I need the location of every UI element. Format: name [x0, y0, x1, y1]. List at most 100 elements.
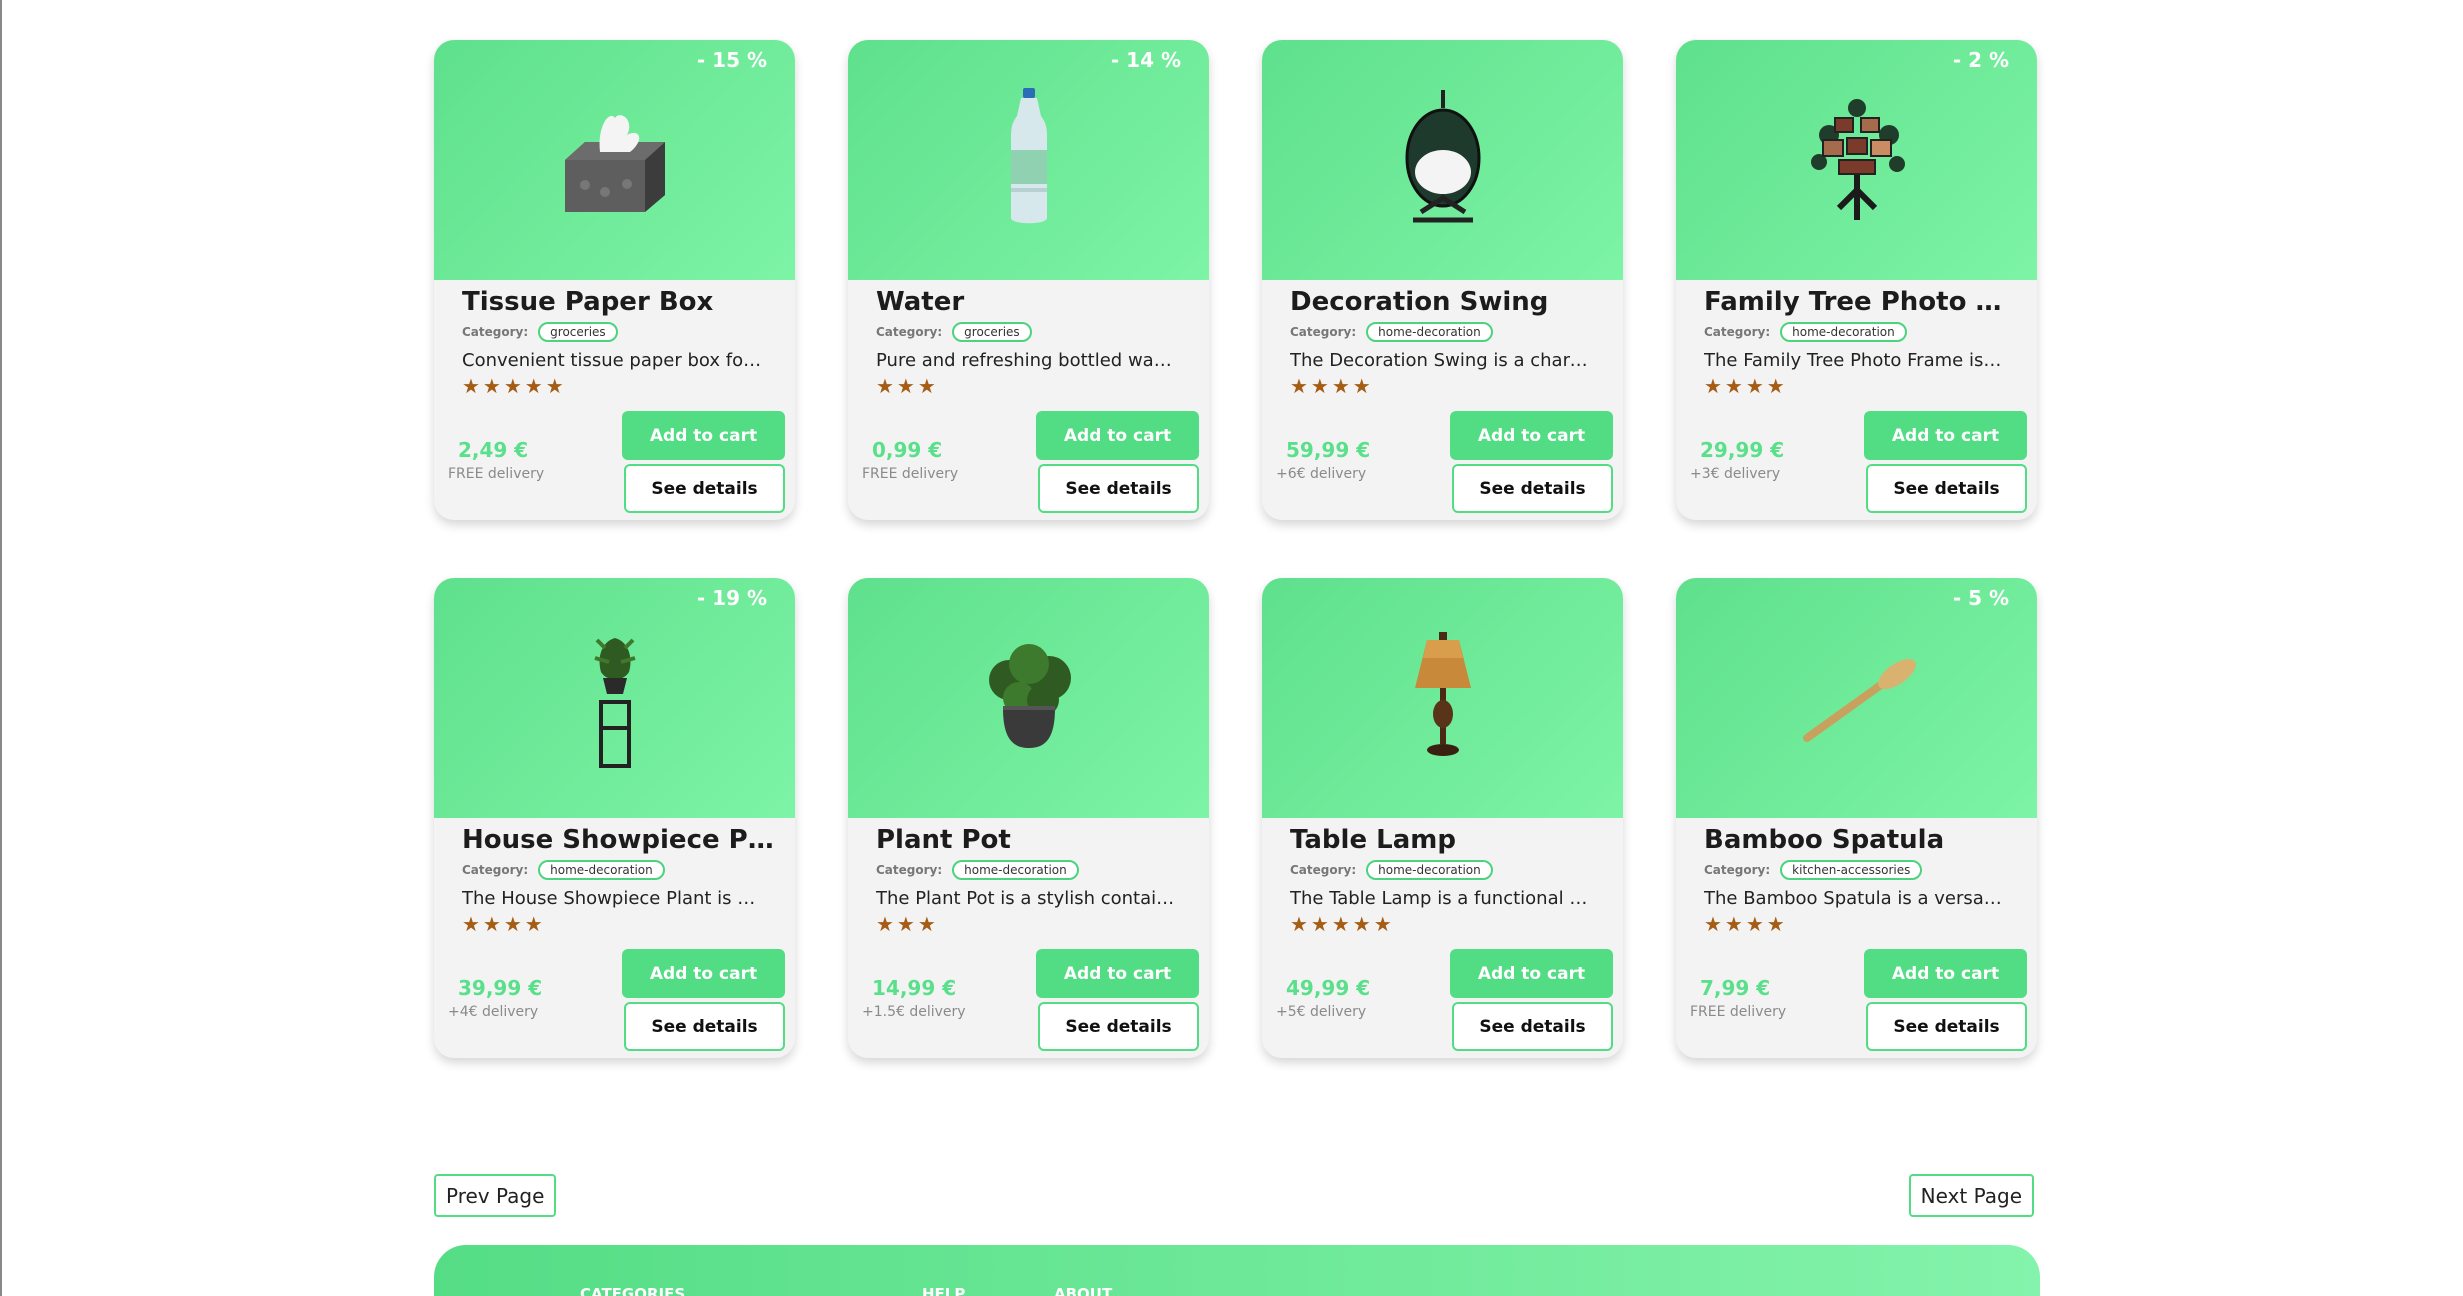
- plant-pot-icon: [988, 644, 1071, 748]
- photo-tree-icon: [1810, 99, 1905, 220]
- footer-help-link[interactable]: HELP: [922, 1285, 965, 1296]
- product-title[interactable]: Decoration Swing: [1290, 284, 1603, 320]
- tissue-box-icon: [564, 115, 665, 212]
- delivery-info: +5€ delivery: [1276, 1004, 1367, 1020]
- water-bottle-icon: [1010, 88, 1047, 224]
- rating-stars: ★★★★: [1704, 912, 1788, 936]
- product-card: Decoration Swing Category: home-decorati…: [1262, 40, 1623, 520]
- category-badge: home-decoration: [538, 860, 665, 880]
- product-image-area: [1262, 40, 1623, 280]
- product-description: The Bamboo Spatula is a versatil...: [1704, 888, 2004, 909]
- category-badge: kitchen-accessories: [1780, 860, 1923, 880]
- discount-badge: - 15 %: [696, 48, 767, 72]
- delivery-info: +6€ delivery: [1276, 466, 1367, 482]
- add-to-cart-button[interactable]: Add to cart: [1036, 411, 1199, 460]
- category-label: Category:: [462, 863, 529, 877]
- product-price: 14,99 €: [872, 976, 957, 1000]
- category-label: Category:: [1290, 325, 1357, 339]
- product-description: The Decoration Swing is a charm...: [1290, 350, 1590, 371]
- add-to-cart-button[interactable]: Add to cart: [1450, 949, 1613, 998]
- see-details-button[interactable]: See details: [1038, 464, 1199, 513]
- see-details-button[interactable]: See details: [1866, 1002, 2027, 1051]
- product-description: The Table Lamp is a functional a...: [1290, 888, 1590, 909]
- product-description: The Plant Pot is a stylish containe...: [876, 888, 1176, 909]
- see-details-button[interactable]: See details: [1038, 1002, 1199, 1051]
- product-title[interactable]: Water: [876, 284, 1189, 320]
- product-title[interactable]: Family Tree Photo Fra...: [1704, 284, 2017, 320]
- product-card: Table Lamp Category: home-decoration The…: [1262, 578, 1623, 1058]
- category-label: Category:: [876, 325, 943, 339]
- see-details-button[interactable]: See details: [1452, 464, 1613, 513]
- category-label: Category:: [1704, 325, 1771, 339]
- delivery-info: FREE delivery: [1690, 1004, 1787, 1020]
- add-to-cart-button[interactable]: Add to cart: [622, 949, 785, 998]
- product-title[interactable]: Table Lamp: [1290, 822, 1603, 858]
- product-price: 7,99 €: [1700, 976, 1771, 1000]
- product-image-area: - 15 %: [434, 40, 795, 280]
- add-to-cart-button[interactable]: Add to cart: [1036, 949, 1199, 998]
- rating-stars: ★★★: [876, 912, 939, 936]
- footer-about-link[interactable]: ABOUT: [1054, 1285, 1112, 1296]
- footer: CATEGORIES HELP ABOUT: [434, 1245, 2040, 1296]
- product-image-area: - 2 %: [1676, 40, 2037, 280]
- delivery-info: FREE delivery: [448, 466, 545, 482]
- product-card: - 14 % Water Category: groceries Pure an…: [848, 40, 1209, 520]
- category-badge: home-decoration: [1366, 322, 1493, 342]
- product-price: 49,99 €: [1286, 976, 1371, 1000]
- category-badge: groceries: [538, 322, 618, 342]
- product-description: Convenient tissue paper box for ...: [462, 350, 762, 371]
- product-grid: - 15 % Tissue Paper Box Category: grocer…: [434, 40, 2037, 1058]
- product-image-area: [1262, 578, 1623, 818]
- add-to-cart-button[interactable]: Add to cart: [622, 411, 785, 460]
- product-title[interactable]: Bamboo Spatula: [1704, 822, 2017, 858]
- category-badge: home-decoration: [1780, 322, 1907, 342]
- product-price: 2,49 €: [458, 438, 529, 462]
- category-label: Category:: [1704, 863, 1771, 877]
- see-details-button[interactable]: See details: [1866, 464, 2027, 513]
- product-card: Plant Pot Category: home-decoration The …: [848, 578, 1209, 1058]
- product-image-area: [848, 578, 1209, 818]
- delivery-info: FREE delivery: [862, 466, 959, 482]
- table-lamp-icon: [1414, 632, 1471, 756]
- product-card: - 2 % Family Tree Photo Fra... Category:…: [1676, 40, 2037, 520]
- discount-badge: - 5 %: [1952, 586, 2009, 610]
- rating-stars: ★★★★: [1704, 374, 1788, 398]
- rating-stars: ★★★★★: [1290, 912, 1395, 936]
- rating-stars: ★★★: [876, 374, 939, 398]
- category-label: Category:: [462, 325, 529, 339]
- product-description: Pure and refreshing bottled wate...: [876, 350, 1176, 371]
- product-card: - 5 % Bamboo Spatula Category: kitchen-a…: [1676, 578, 2037, 1058]
- add-to-cart-button[interactable]: Add to cart: [1864, 949, 2027, 998]
- rating-stars: ★★★★: [1290, 374, 1374, 398]
- category-label: Category:: [1290, 863, 1357, 877]
- product-price: 39,99 €: [458, 976, 543, 1000]
- product-title[interactable]: Plant Pot: [876, 822, 1189, 858]
- see-details-button[interactable]: See details: [624, 1002, 785, 1051]
- product-price: 0,99 €: [872, 438, 943, 462]
- product-description: The Family Tree Photo Frame is a...: [1704, 350, 2004, 371]
- next-page-button[interactable]: Next Page: [1908, 1174, 2034, 1217]
- product-title[interactable]: House Showpiece Plant: [462, 822, 775, 858]
- see-details-button[interactable]: See details: [1452, 1002, 1613, 1051]
- product-card: - 15 % Tissue Paper Box Category: grocer…: [434, 40, 795, 520]
- product-price: 29,99 €: [1700, 438, 1785, 462]
- discount-badge: - 14 %: [1110, 48, 1181, 72]
- discount-badge: - 19 %: [696, 586, 767, 610]
- rating-stars: ★★★★: [462, 912, 546, 936]
- product-description: The House Showpiece Plant is an...: [462, 888, 762, 909]
- product-image-area: - 5 %: [1676, 578, 2037, 818]
- product-title[interactable]: Tissue Paper Box: [462, 284, 775, 320]
- product-card: - 19 % House Showpiece Plant Category: h…: [434, 578, 795, 1058]
- see-details-button[interactable]: See details: [624, 464, 785, 513]
- category-badge: home-decoration: [952, 860, 1079, 880]
- swing-chair-icon: [1405, 90, 1480, 223]
- prev-page-button[interactable]: Prev Page: [434, 1174, 557, 1217]
- category-badge: groceries: [952, 322, 1032, 342]
- product-image-area: - 14 %: [848, 40, 1209, 280]
- footer-categories-link[interactable]: CATEGORIES: [580, 1285, 685, 1296]
- category-label: Category:: [876, 863, 943, 877]
- add-to-cart-button[interactable]: Add to cart: [1450, 411, 1613, 460]
- plant-stand-icon: [593, 638, 636, 768]
- add-to-cart-button[interactable]: Add to cart: [1864, 411, 2027, 460]
- rating-stars: ★★★★★: [462, 374, 567, 398]
